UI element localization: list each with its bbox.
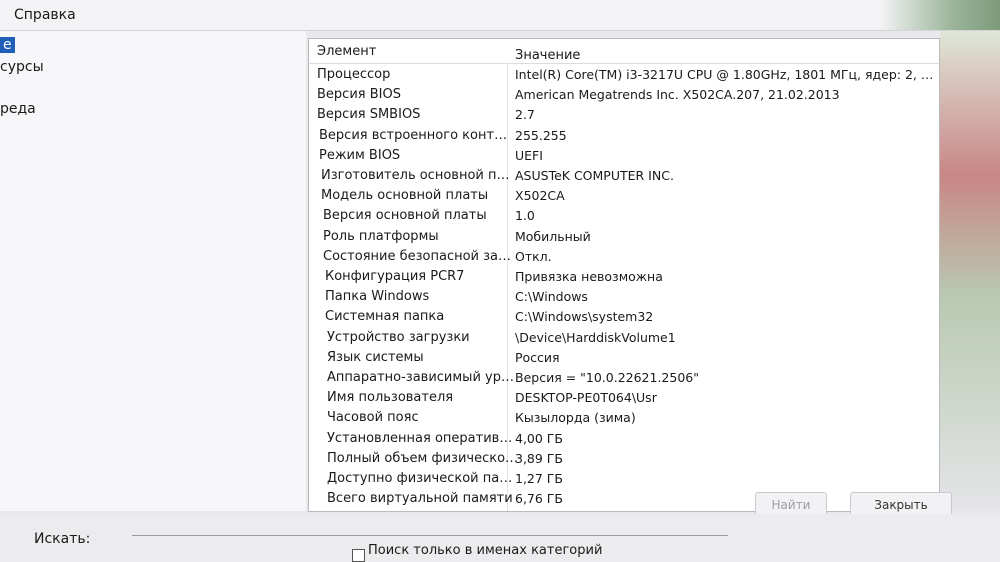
row-item-name: Версия BIOS bbox=[317, 87, 401, 103]
row-item-value: 1,27 ГБ bbox=[515, 471, 564, 486]
column-header-value[interactable]: Значение bbox=[515, 48, 580, 63]
row-item-name: Установленная оперативная п... bbox=[327, 430, 519, 446]
details-table: Элемент Значение Процессор Intel(R) Core(… bbox=[308, 38, 940, 512]
row-item-name: Устройство загрузки bbox=[327, 329, 470, 345]
table-row[interactable]: Процессор Intel(R) Core(TM) i3-3217U CPU … bbox=[309, 67, 939, 87]
table-row[interactable]: Папка Windows C:\Windows bbox=[309, 289, 939, 309]
row-item-value: 4,00 ГБ bbox=[515, 430, 564, 446]
table-row[interactable]: Режим BIOS UEFI bbox=[309, 148, 939, 168]
row-item-value: ASUSTeK COMPUTER INC. bbox=[515, 168, 674, 183]
row-item-name: Системная папка bbox=[325, 309, 445, 325]
tree-item-resources[interactable]: сурсы bbox=[0, 59, 44, 75]
table-row[interactable]: Язык системы Россия bbox=[309, 350, 939, 370]
row-item-value: American Megatrends Inc. X502CA.207, 21.… bbox=[515, 87, 840, 103]
row-item-name: Аппаратно-зависимый уровен... bbox=[327, 370, 519, 385]
row-item-name: Полный объем физической па... bbox=[327, 450, 519, 466]
row-item-value: C:\Windows bbox=[515, 289, 588, 305]
search-label: Искать: bbox=[34, 531, 91, 547]
background-photo-edge bbox=[880, 0, 1000, 30]
table-row[interactable]: Конфигурация PCR7 Привязка невозможна bbox=[309, 269, 939, 289]
row-item-name: Роль платформы bbox=[323, 228, 439, 244]
row-item-name: Версия SMBIOS bbox=[317, 107, 421, 123]
table-header: Элемент Значение bbox=[309, 39, 939, 64]
table-row[interactable]: Доступно физической памяти 1,27 ГБ bbox=[309, 471, 939, 491]
row-item-value: Intel(R) Core(TM) i3-3217U CPU @ 1.80GHz… bbox=[515, 67, 935, 82]
row-item-value: \Device\HarddiskVolume1 bbox=[515, 329, 676, 345]
table-row[interactable]: Версия встроенного контролл...255.255 bbox=[309, 128, 939, 148]
row-item-name: Конфигурация PCR7 bbox=[325, 269, 465, 284]
names-only-label: Поиск только в именах категорий bbox=[368, 543, 603, 558]
row-item-name: Язык системы bbox=[327, 349, 424, 365]
tree-item-system-summary[interactable]: е bbox=[0, 37, 15, 53]
row-item-name: Часовой пояс bbox=[327, 410, 419, 426]
row-item-value: 2.7 bbox=[515, 107, 535, 123]
menu-bar: Справка bbox=[0, 0, 1000, 31]
row-item-value: Версия = "10.0.22621.2506" bbox=[515, 370, 699, 385]
background-photo-edge bbox=[940, 31, 1000, 511]
table-row[interactable]: Изготовитель основной платы ASUSTeK COMPU… bbox=[309, 168, 939, 188]
row-item-value: Кызылорда (зима) bbox=[515, 410, 636, 426]
row-item-name: Модель основной платы bbox=[321, 188, 489, 204]
row-item-name: Доступно физической памяти bbox=[327, 471, 519, 486]
names-only-checkbox[interactable] bbox=[352, 549, 365, 562]
row-item-name: Версия основной платы bbox=[323, 208, 487, 224]
row-item-name: Режим BIOS bbox=[319, 147, 401, 163]
table-row[interactable]: Устройство загрузки \Device\HarddiskVolum… bbox=[309, 330, 939, 350]
table-row[interactable]: Версия BIOS American Megatrends Inc. X502… bbox=[309, 87, 939, 107]
row-item-value: Мобильный bbox=[515, 228, 591, 244]
table-row[interactable]: Системная папка C:\Windows\system32 bbox=[309, 309, 939, 329]
row-item-value: UEFI bbox=[515, 147, 543, 163]
table-row[interactable]: Установленная оперативная п...4,00 ГБ bbox=[309, 431, 939, 451]
row-item-value: C:\Windows\system32 bbox=[515, 309, 654, 325]
row-item-value: X502CA bbox=[515, 188, 565, 204]
table-row[interactable]: Всего виртуальной памяти 6,76 ГБ bbox=[309, 491, 939, 511]
row-item-value: DESKTOP-PE0T064\Usr bbox=[515, 390, 657, 406]
table-row[interactable]: Версия SMBIOS 2.7 bbox=[309, 107, 939, 127]
row-item-value: Привязка невозможна bbox=[515, 269, 663, 284]
table-row[interactable]: Имя пользователя DESKTOP-PE0T064\Usr bbox=[309, 390, 939, 410]
table-row[interactable]: Полный объем физической па...3,89 ГБ bbox=[309, 451, 939, 471]
row-item-name: Имя пользователя bbox=[327, 390, 454, 406]
search-bar: Искать: Поиск только в именах категорий bbox=[0, 514, 1000, 562]
row-item-name: Изготовитель основной платы bbox=[321, 168, 513, 183]
tree-item-environment[interactable]: реда bbox=[0, 101, 36, 117]
table-row[interactable]: Роль платформы Мобильный bbox=[309, 229, 939, 249]
table-row[interactable]: Аппаратно-зависимый уровен...Версия = "1… bbox=[309, 370, 939, 390]
row-item-name: Процессор bbox=[317, 67, 391, 82]
table-row[interactable]: Состояние безопасной загруз...Откл. bbox=[309, 249, 939, 269]
table-row[interactable]: Версия основной платы 1.0 bbox=[309, 208, 939, 228]
row-item-value: 1.0 bbox=[515, 208, 535, 224]
row-item-name: Состояние безопасной загруз... bbox=[323, 248, 515, 264]
search-input[interactable] bbox=[132, 517, 728, 536]
table-row[interactable]: Модель основной платы X502CA bbox=[309, 188, 939, 208]
table-row[interactable]: Часовой пояс Кызылорда (зима) bbox=[309, 410, 939, 430]
row-item-name: Папка Windows bbox=[325, 289, 430, 305]
column-header-item[interactable]: Элемент bbox=[317, 44, 376, 59]
category-tree: е сурсы реда bbox=[0, 31, 306, 511]
row-item-name: Версия встроенного контролл... bbox=[319, 127, 511, 143]
menu-help[interactable]: Справка bbox=[14, 7, 76, 23]
row-item-value: 3,89 ГБ bbox=[515, 450, 564, 466]
row-item-value: Россия bbox=[515, 349, 560, 365]
row-item-value: Откл. bbox=[515, 248, 552, 264]
row-item-value: 255.255 bbox=[515, 127, 567, 143]
row-item-name: Всего виртуальной памяти bbox=[327, 491, 513, 507]
